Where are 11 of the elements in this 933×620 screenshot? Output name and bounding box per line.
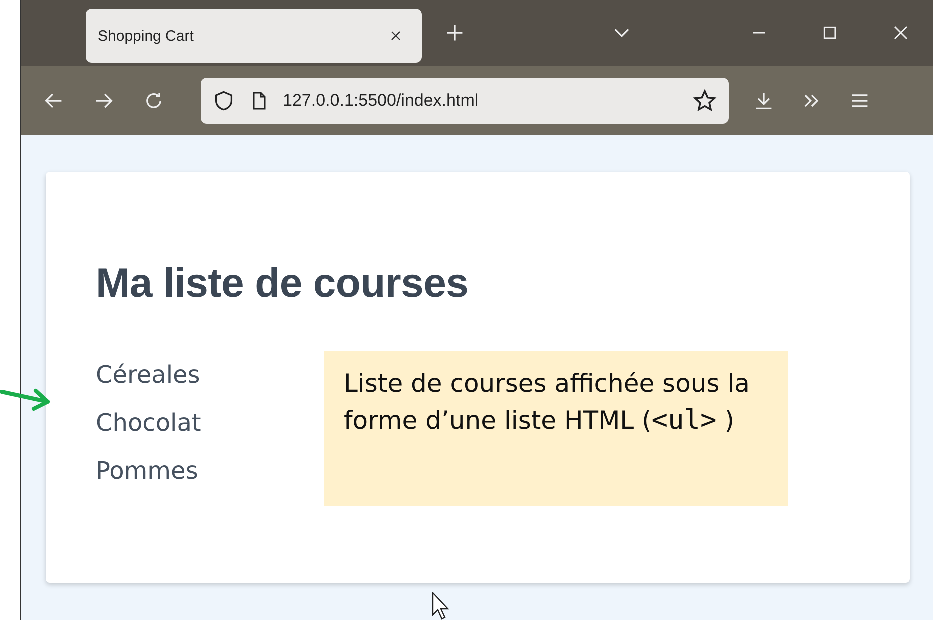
address-bar[interactable]: 127.0.0.1:5500/index.html [201, 78, 729, 124]
list-item: Céreales [96, 360, 200, 391]
star-icon[interactable] [693, 88, 717, 112]
annotation-note: Liste de courses affichée sous la forme d’une liste HTML (<ul> ) [324, 351, 788, 506]
page-heading: Ma liste de courses [96, 260, 470, 307]
maximize-icon[interactable] [821, 24, 839, 42]
list-item: Chocolat [96, 408, 202, 439]
shield-icon[interactable] [213, 90, 235, 112]
browser-tab[interactable]: Shopping Cart [86, 9, 422, 63]
cursor-icon [432, 592, 450, 620]
list-item: Pommes [96, 456, 198, 487]
